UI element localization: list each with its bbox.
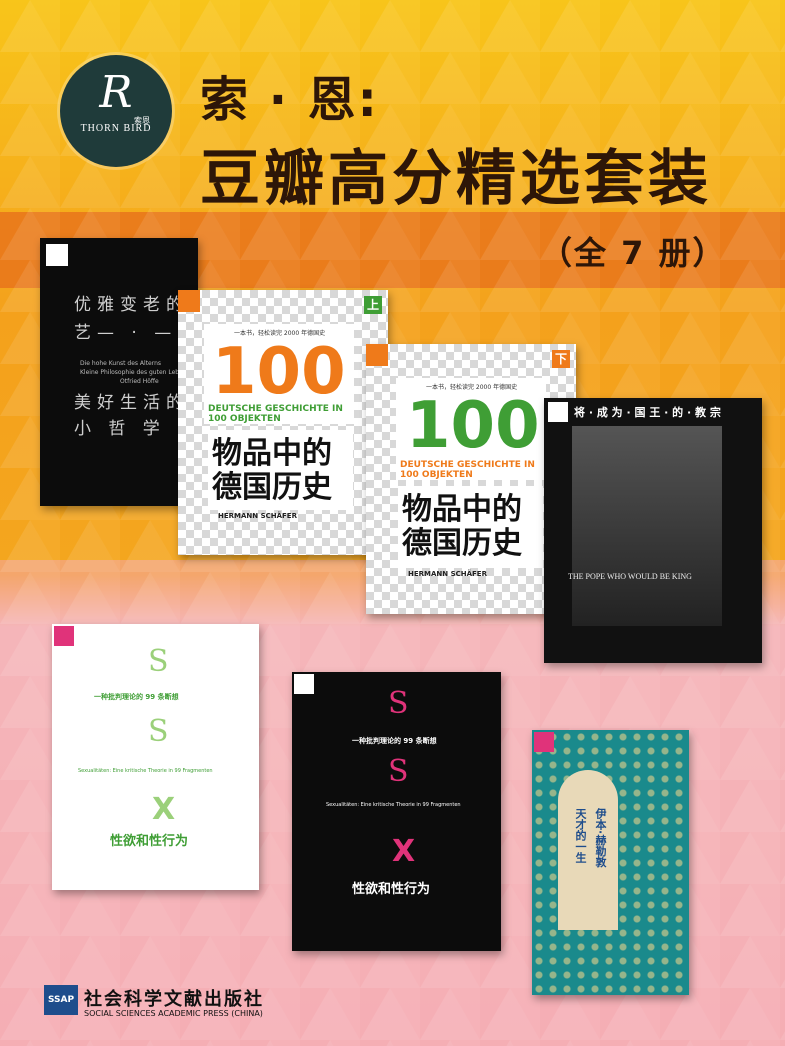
aging-author: Otfried Höffe	[120, 378, 159, 385]
pope-portrait	[572, 426, 722, 626]
thorn-bird-logo: R 索恩 THORN BIRD	[60, 55, 172, 167]
author: HERMANN SCHÄFER	[218, 512, 297, 520]
book-cover-sexuality-black: S 一种批判理论的 99 条断想 S Sexualitäten: Eine kr…	[292, 672, 501, 951]
de-title-1: DEUTSCHE GESCHICHTE IN	[208, 404, 343, 414]
title-line1: 索 · 恩:	[200, 72, 379, 128]
publisher-name-cn: 社会科学文献出版社	[84, 989, 264, 1010]
series-tag	[46, 244, 68, 266]
ssap-logo: SSAP	[44, 985, 78, 1015]
de-title-2: 100 OBJEKTEN	[208, 414, 281, 424]
series-tag	[366, 344, 388, 366]
title-line2: 豆瓣高分精选套装	[200, 144, 712, 214]
cn-title-2: 德国历史	[402, 526, 522, 561]
de-subtitle: Sexualitäten: Eine kritische Theorie in …	[78, 768, 213, 774]
de-title-2: 100 OBJEKTEN	[400, 470, 473, 480]
x-mark-icon: X	[392, 834, 416, 869]
subtitle: 一种批判理论的 99 条断想	[94, 693, 179, 701]
logo-cn-label: 索恩	[134, 116, 150, 125]
book-cover-aging: 优雅变老的 艺— · —术 Die hohe Kunst des Alterns…	[40, 238, 198, 506]
aging-title-line1: 优雅变老的	[74, 295, 189, 315]
subtitle: （全 7 册）	[540, 234, 727, 272]
swirl-icon: S	[388, 686, 409, 721]
subtitle: 一种批判理论的 99 条断想	[352, 737, 437, 745]
aging-title-line3: 美好生活的	[74, 393, 189, 413]
volume-badge: 下	[552, 350, 570, 368]
cn-title-2: 德国历史	[212, 470, 332, 505]
cn-title-1: 物品中的	[402, 492, 522, 527]
series-tag	[294, 674, 314, 694]
aging-de1: Die hohe Kunst des Alterns	[80, 360, 162, 367]
pope-title: 将 · 成 为 · 国 王 · 的 · 教 宗	[574, 406, 721, 419]
series-tag	[178, 290, 200, 312]
swirl-icon: S	[148, 644, 169, 679]
de-title-1: DEUTSCHE GESCHICHTE IN	[400, 460, 535, 470]
volume-badge: 上	[364, 296, 382, 314]
x-mark-icon: X	[152, 792, 176, 827]
book-cover-german-history-vol1: 上 一本书，轻松读完 2000 年德国史 100 DEUTSCHE GESCHI…	[178, 290, 388, 555]
pope-en-title: THE POPE WHO WOULD BE KING	[568, 572, 692, 581]
aging-title-line4: 小 哲 学	[74, 419, 166, 439]
publisher-name-en: SOCIAL SCIENCES ACADEMIC PRESS (CHINA)	[84, 1009, 263, 1018]
cn-title: 性欲和性行为	[352, 882, 431, 897]
book-cover-pope: 将 · 成 为 · 国 王 · 的 · 教 宗 THE POPE WHO WOU…	[544, 398, 762, 663]
title-name: 伊本·赫勒敦	[594, 808, 607, 868]
title-subtitle: 天才的一生	[574, 808, 587, 863]
swirl-icon: S	[388, 754, 409, 789]
series-tag	[54, 626, 74, 646]
arch-panel	[558, 770, 618, 930]
cn-title: 性欲和性行为	[110, 834, 189, 849]
aging-de2: Kleine Philosophie des guten Lebens	[80, 369, 190, 376]
de-subtitle: Sexualitäten: Eine kritische Theorie in …	[326, 802, 461, 808]
big-number: 100	[212, 335, 346, 409]
book-cover-ibn-khaldun: 伊本·赫勒敦 天才的一生	[532, 730, 689, 995]
logo-brand-label: THORN BIRD	[80, 123, 152, 134]
book-cover-sexuality-white: S 一种批判理论的 99 条断想 S Sexualitäten: Eine kr…	[52, 624, 259, 890]
swirl-icon: S	[148, 714, 169, 749]
big-number: 100	[406, 389, 540, 463]
logo-monogram: R	[99, 67, 133, 118]
series-tag	[548, 402, 568, 422]
series-tag	[534, 732, 554, 752]
cn-title-1: 物品中的	[212, 436, 332, 471]
author: HERMANN SCHÄFER	[408, 570, 487, 578]
